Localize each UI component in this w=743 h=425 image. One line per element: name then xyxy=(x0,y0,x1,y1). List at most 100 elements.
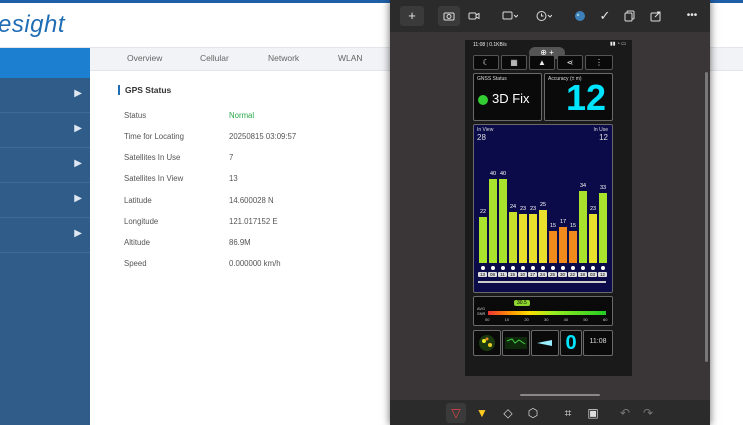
signal-bar-value: 40 xyxy=(499,170,507,177)
gnss-status-label: GNSS Status xyxy=(477,76,507,82)
sat-in-use-dot xyxy=(551,266,555,270)
compass-widget[interactable] xyxy=(531,330,559,356)
sidebar-item-4[interactable]: ▶ xyxy=(0,183,90,218)
rectangle-icon[interactable] xyxy=(498,6,522,26)
clock-icon[interactable] xyxy=(532,6,556,26)
in-use-value: 12 xyxy=(599,133,608,142)
gps-row-label: Time for Locating xyxy=(124,132,184,141)
gps-row-value: 121.017152 E xyxy=(229,217,278,226)
snr-tick-label: 30 xyxy=(544,317,549,322)
sat-id-label: 12 xyxy=(598,272,607,277)
clock-text: 11:08 xyxy=(589,338,607,345)
shape-icon[interactable]: ⬡ xyxy=(523,403,543,423)
horizontal-scrollbar[interactable] xyxy=(520,394,600,396)
sat-in-use-dot xyxy=(491,266,495,270)
sat-in-use-dot xyxy=(481,266,485,270)
signal-bar xyxy=(559,227,567,263)
sat-id-label: 03 xyxy=(588,272,597,277)
sat-id-label: 17 xyxy=(528,272,537,277)
highlighter-icon[interactable]: ▼ xyxy=(472,403,492,423)
eraser-icon[interactable]: ◇ xyxy=(498,403,518,423)
sat-id-label: 22 xyxy=(568,272,577,277)
signal-bar xyxy=(589,214,597,263)
tab-cellular[interactable]: Cellular xyxy=(200,53,229,63)
snipping-tool-window: + ✓ ••• 11:08 | 0.1KB/s ▮▮ ◔ ▭ ⊕ + ☾ ▦ ▲… xyxy=(390,0,710,425)
signal-bar xyxy=(499,178,507,263)
pen-icon[interactable]: ▽ xyxy=(446,403,466,423)
undo-icon[interactable]: ↶ xyxy=(615,403,635,423)
gps-row-label: Satellites In Use xyxy=(124,153,181,162)
sidebar-item-3[interactable]: ▶ xyxy=(0,148,90,183)
sidebar-item-1[interactable]: ▶ xyxy=(0,78,90,113)
snr-tick-label: 20 xyxy=(524,317,529,322)
more-options-icon[interactable]: ••• xyxy=(682,6,702,26)
snr-gradient-bar xyxy=(488,311,606,315)
signal-bar-value: 23 xyxy=(529,206,537,213)
menu-icon[interactable]: ⋮ xyxy=(585,55,613,70)
copy-icon[interactable] xyxy=(622,6,638,26)
signal-icons: ▮▮ ◔ ▭ xyxy=(609,41,626,47)
signal-bar xyxy=(539,210,547,263)
tab-overview[interactable]: Overview xyxy=(127,53,162,63)
speed-widget: 0 xyxy=(560,330,582,356)
gps-row-label: Status xyxy=(124,111,147,120)
sat-in-use-dot xyxy=(601,266,605,270)
accuracy-value: 12 xyxy=(565,77,606,118)
checkmark-icon[interactable]: ✓ xyxy=(597,6,613,26)
fix-status-text: 3D Fix xyxy=(492,91,530,106)
share-icon[interactable] xyxy=(648,6,664,26)
paint-palette-icon[interactable] xyxy=(572,6,588,26)
video-icon[interactable] xyxy=(464,6,484,26)
signal-bar xyxy=(519,214,527,263)
brand-logo: esight xyxy=(0,11,66,38)
new-snip-button[interactable]: + xyxy=(400,6,424,26)
signal-bar-value: 17 xyxy=(559,219,567,226)
sidebar-item-5[interactable]: ▶ xyxy=(0,218,90,253)
sat-in-use-dot xyxy=(581,266,585,270)
gps-row-value: 20250815 03:09:57 xyxy=(229,132,297,141)
sky-plot-widget[interactable] xyxy=(473,330,501,356)
constellation-bar xyxy=(478,281,606,283)
tab-wlan[interactable]: WLAN xyxy=(338,53,363,63)
signal-bar-value: 23 xyxy=(519,206,527,213)
accuracy-panel: Accuracy (± m) 12 xyxy=(544,73,613,121)
main-content xyxy=(90,48,390,425)
signal-bar-value: 33 xyxy=(599,185,607,192)
redo-icon[interactable]: ↷ xyxy=(638,403,658,423)
world-map-widget[interactable] xyxy=(502,330,530,356)
sat-id-label: 18 xyxy=(578,272,587,277)
phone-screenshot: 11:08 | 0.1KB/s ▮▮ ◔ ▭ ⊕ + ☾ ▦ ▲ ⋖ ⋮ GNS… xyxy=(465,40,632,376)
in-view-value: 28 xyxy=(477,133,486,142)
gps-row-value: Normal xyxy=(229,111,255,120)
gps-row-value: 7 xyxy=(229,153,234,162)
signal-bar-value: 25 xyxy=(539,202,547,209)
camera-icon[interactable] xyxy=(438,6,460,26)
sidebar-item-active[interactable] xyxy=(0,48,90,78)
sat-in-use-dot xyxy=(561,266,565,270)
sat-in-use-dot xyxy=(531,266,535,270)
signal-bar xyxy=(509,212,517,263)
satellite-signal-panel: In View 28 In Use 12 22 13 40 08 40 11 24 15 23 1… xyxy=(473,124,613,293)
clock-widget: 11:08 xyxy=(583,330,613,356)
gps-row-value: 86.9M xyxy=(229,238,251,247)
text-action-icon[interactable]: ▣ xyxy=(583,403,603,423)
fix-status-dot xyxy=(478,95,488,105)
tab-network[interactable]: Network xyxy=(268,53,299,63)
vertical-scrollbar[interactable] xyxy=(705,72,708,362)
sat-in-use-dot xyxy=(501,266,505,270)
sat-id-label: 10 xyxy=(518,272,527,277)
map-icon[interactable]: ▦ xyxy=(501,55,527,70)
night-mode-icon[interactable]: ☾ xyxy=(473,55,499,70)
navigate-icon[interactable]: ▲ xyxy=(529,55,555,70)
signal-bars: 22 13 40 08 40 11 24 15 23 10 23 17 25 24 15 25 17 30 15 22… xyxy=(478,155,608,287)
share-icon[interactable]: ⋖ xyxy=(557,55,583,70)
section-title: GPS Status xyxy=(118,85,171,95)
gps-row-label: Longitude xyxy=(124,217,159,226)
signal-bar-value: 22 xyxy=(479,208,487,215)
signal-bar-value: 15 xyxy=(549,223,557,230)
gps-row-value: 14.600028 N xyxy=(229,196,274,205)
signal-bar-value: 40 xyxy=(489,170,497,177)
sidebar-item-2[interactable]: ▶ xyxy=(0,113,90,148)
snr-tick-label: 60 xyxy=(603,317,608,322)
crop-icon[interactable]: ⌗ xyxy=(558,403,578,423)
